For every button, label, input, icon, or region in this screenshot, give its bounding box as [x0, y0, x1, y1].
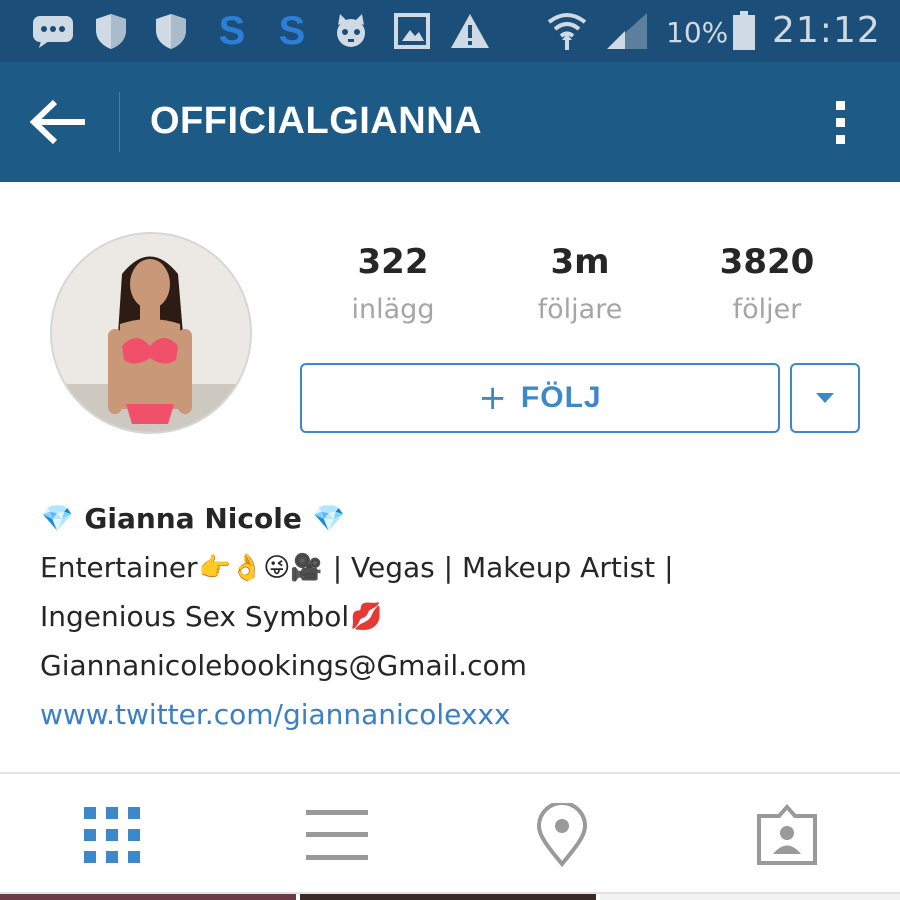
stat-following[interactable]: 3820 följer — [682, 242, 852, 325]
bio-line-2-text: Entertainer — [40, 551, 198, 584]
s-app-icon: S — [210, 10, 254, 52]
caret-down-icon — [816, 393, 834, 403]
post-thumbnail[interactable] — [600, 894, 900, 900]
back-arrow-icon — [29, 99, 85, 145]
svg-text:S: S — [279, 10, 306, 52]
posts-count: 322 — [357, 242, 429, 282]
profile-username: OFFICIALGIANNA — [150, 100, 483, 142]
plus-icon: + — [478, 378, 507, 418]
avatar[interactable] — [50, 232, 252, 434]
tab-bar-divider — [0, 772, 900, 774]
bio-line-3-text: Ingenious Sex Symbol — [40, 600, 350, 633]
tab-grid-view[interactable] — [67, 790, 157, 880]
message-icon — [30, 10, 76, 52]
followers-label: följare — [537, 294, 623, 325]
post-thumbnail[interactable] — [0, 894, 296, 900]
overflow-menu-dot — [835, 117, 845, 127]
overflow-menu-button[interactable] — [820, 92, 860, 152]
bio-email: Giannanicolebookings@Gmail.com — [40, 649, 527, 682]
bio-name-line: 💎 Gianna Nicole 💎 — [40, 494, 880, 543]
following-count: 3820 — [719, 242, 815, 282]
wifi-icon — [544, 10, 590, 52]
image-icon — [392, 10, 432, 52]
post-thumbnail[interactable] — [300, 894, 596, 900]
suggestions-dropdown-button[interactable] — [790, 363, 860, 433]
diamond-icon: 💎 — [41, 503, 74, 534]
profile-photo — [52, 234, 250, 432]
app-bar: OFFICIALGIANNA — [0, 62, 900, 182]
tagged-photos-icon — [757, 804, 817, 865]
overflow-menu-dot — [835, 134, 845, 144]
battery-icon — [730, 10, 758, 52]
follow-button[interactable]: + FÖLJ — [300, 363, 780, 433]
battery-percent: 10% — [666, 16, 729, 49]
status-bar: S S 10% 21:12 — [0, 0, 900, 62]
posts-label: inlägg — [351, 294, 435, 325]
tab-location[interactable] — [517, 790, 607, 880]
diamond-icon: 💎 — [312, 503, 346, 534]
bio-line-2-emojis: 👉👌😜🎥 — [198, 552, 323, 583]
clock: 21:12 — [772, 10, 881, 51]
grid-view-icon — [84, 807, 140, 863]
list-view-icon — [306, 810, 368, 860]
bio-website-link[interactable]: www.twitter.com/giannanicolexxx — [40, 690, 880, 739]
warning-icon — [448, 10, 492, 52]
location-pin-icon — [536, 803, 588, 867]
svg-text:S: S — [219, 10, 246, 52]
s-app-icon: S — [270, 10, 314, 52]
following-label: följer — [732, 294, 802, 325]
follow-label: FÖLJ — [520, 381, 602, 414]
bio-line-2-rest: | Vegas | Makeup Artist | — [323, 551, 674, 584]
signal-icon — [604, 10, 650, 52]
tab-list-view[interactable] — [292, 790, 382, 880]
shield-icon — [152, 10, 190, 52]
lips-icon: 💋 — [350, 601, 383, 632]
back-button[interactable] — [24, 92, 94, 152]
tab-tagged-photos[interactable] — [742, 790, 832, 880]
bio-line-3: Ingenious Sex Symbol 💋 — [40, 592, 880, 641]
app-bar-divider — [119, 92, 120, 152]
bio: 💎 Gianna Nicole 💎 Entertainer 👉👌😜🎥 | Vega… — [40, 494, 880, 739]
full-name: Gianna Nicole — [84, 502, 302, 535]
shield-icon — [92, 10, 130, 52]
followers-count: 3m — [550, 242, 610, 282]
bio-line-2: Entertainer 👉👌😜🎥 | Vegas | Makeup Artist … — [40, 543, 880, 592]
stat-posts[interactable]: 322 inlägg — [308, 242, 478, 325]
overflow-menu-icon — [835, 100, 845, 110]
stat-followers[interactable]: 3m följare — [495, 242, 665, 325]
cat-icon — [330, 10, 372, 52]
